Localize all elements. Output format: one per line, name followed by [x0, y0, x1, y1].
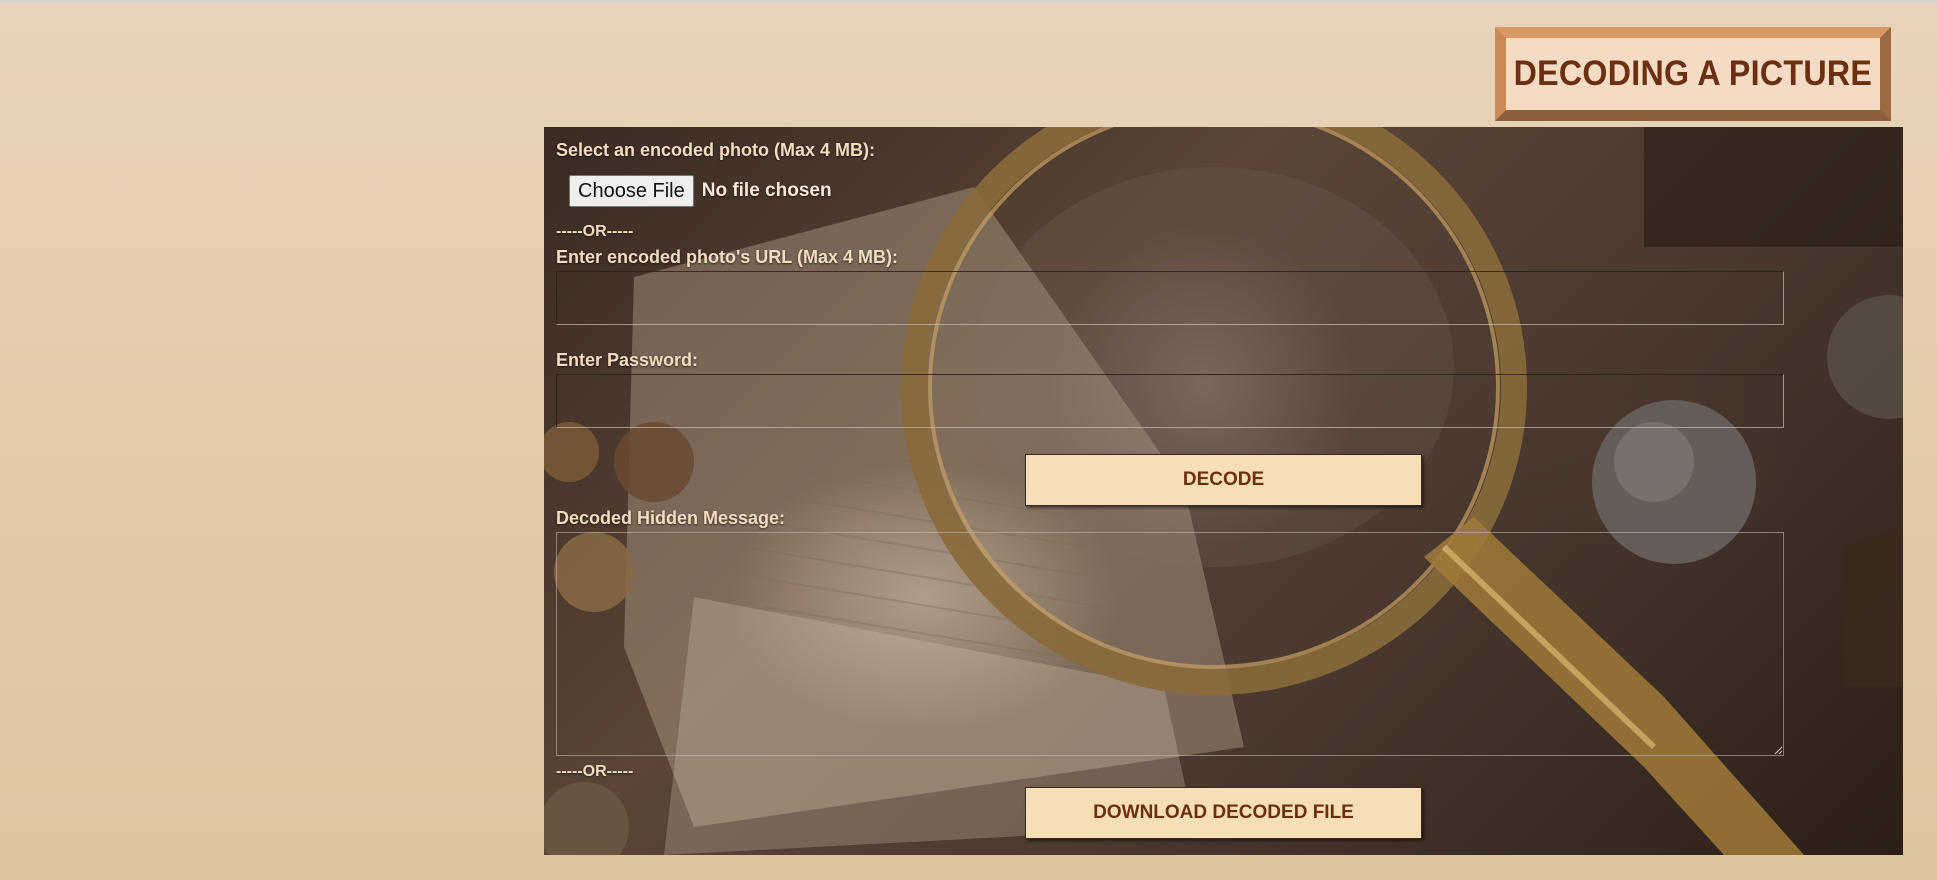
decode-button[interactable]: DECODE: [1025, 454, 1422, 506]
or-separator: -----OR-----: [556, 223, 634, 240]
page-title-box: DECODING A PICTURE: [1495, 27, 1891, 121]
url-input[interactable]: [556, 271, 1784, 325]
decoded-message-textarea[interactable]: [556, 532, 1784, 756]
file-input[interactable]: Choose File No file chosen: [569, 175, 832, 207]
decoded-message-label: Decoded Hidden Message:: [556, 508, 786, 528]
decode-form-panel: Select an encoded photo (Max 4 MB): Choo…: [544, 127, 1903, 855]
url-label: Enter encoded photo's URL (Max 4 MB):: [556, 247, 898, 267]
resize-grip-icon[interactable]: [1774, 746, 1783, 755]
choose-file-button[interactable]: Choose File: [569, 175, 694, 207]
file-status-text: No file chosen: [701, 180, 832, 201]
or-separator-2: -----OR-----: [556, 763, 634, 780]
file-upload-label: Select an encoded photo (Max 4 MB):: [556, 140, 876, 160]
page-title: DECODING A PICTURE: [1513, 54, 1873, 93]
password-input[interactable]: [556, 374, 1784, 428]
browser-top-border: [0, 0, 1937, 3]
download-decoded-file-button[interactable]: DOWNLOAD DECODED FILE: [1025, 787, 1422, 839]
password-label: Enter Password:: [556, 350, 699, 370]
